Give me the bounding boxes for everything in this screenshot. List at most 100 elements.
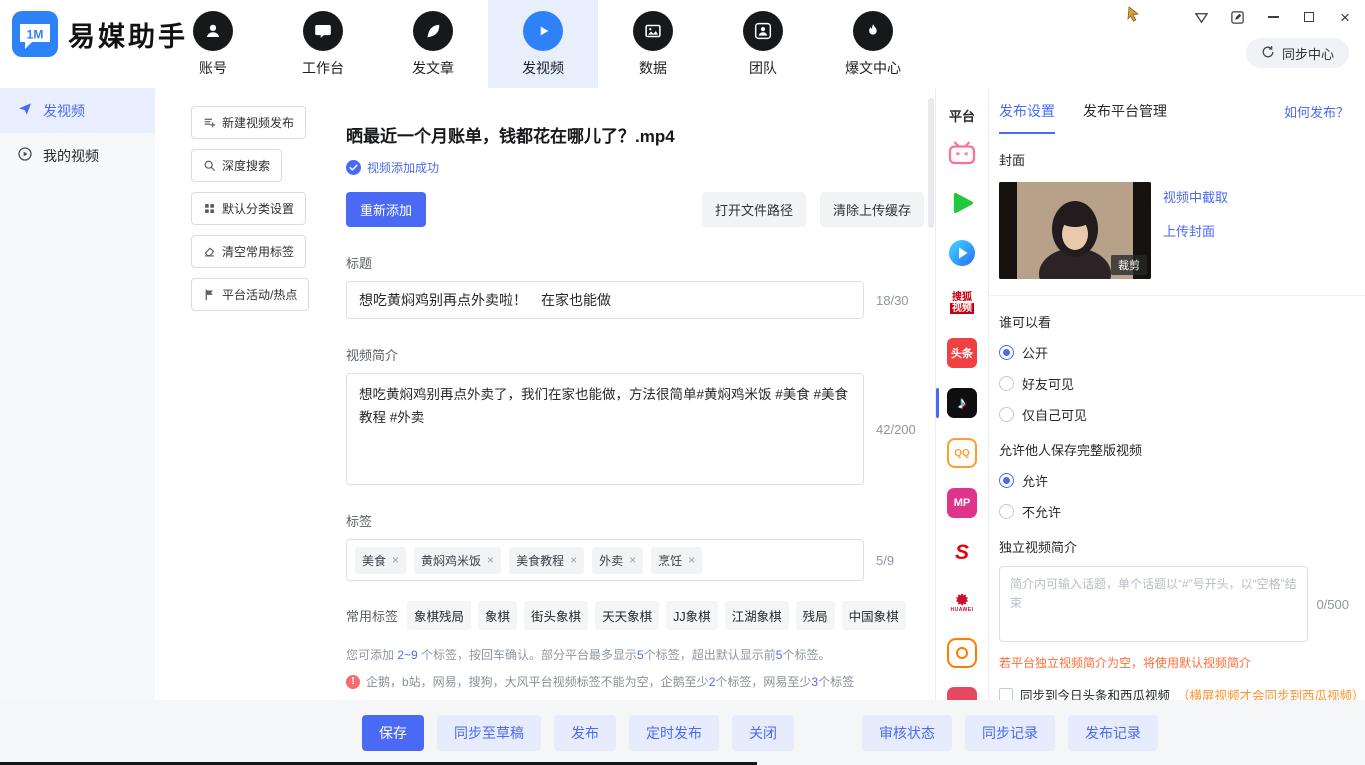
nav-item-team[interactable]: 团队 [708, 0, 818, 88]
nav-label-data: 数据 [639, 58, 667, 78]
description-textarea[interactable]: 想吃黄焖鸡别再点外卖了，我们在家也能做，方法很简单#黄焖鸡米饭 #美食 #美食教… [346, 373, 864, 485]
scrollbar-thumb[interactable] [928, 98, 934, 228]
platform-haokan[interactable] [946, 237, 978, 269]
description-label: 视频简介 [346, 345, 935, 364]
common-tag[interactable]: 象棋 [478, 601, 517, 630]
tab-publish-settings[interactable]: 发布设置 [999, 88, 1055, 134]
open-file-path-button[interactable]: 打开文件路径 [702, 192, 806, 227]
pointer-icon [1126, 6, 1140, 27]
review-status-button[interactable]: 审核状态 [862, 715, 952, 751]
platform-dayu[interactable] [946, 637, 978, 669]
platform-mp[interactable]: MP [946, 487, 978, 519]
platform-sohu-video[interactable]: 搜狐 视频 [946, 287, 978, 319]
screenshot-edit-icon[interactable] [1229, 9, 1245, 25]
platform-activity-button[interactable]: 平台活动/热点 [191, 278, 309, 311]
platform-iqiyi[interactable] [946, 187, 978, 219]
grid-icon [203, 202, 216, 215]
upload-cover-link[interactable]: 上传封面 [1163, 221, 1228, 240]
radio-allow[interactable]: 允许 [999, 471, 1349, 490]
platform-douyin[interactable]: ♪ [946, 387, 978, 419]
nav-item-hot-center[interactable]: 爆文中心 [818, 0, 928, 88]
tab-platform-management[interactable]: 发布平台管理 [1083, 88, 1167, 134]
tags-input-box[interactable]: 美食× 黄焖鸡米饭× 美食教程× 外卖× 烹饪× [346, 539, 864, 581]
radio-friends-only[interactable]: 好友可见 [999, 374, 1349, 393]
sync-toutiao-label: 同步到今日头条和西瓜视频 [1020, 685, 1170, 700]
common-tag[interactable]: JJ象棋 [666, 601, 718, 630]
crop-button[interactable]: 裁剪 [1111, 255, 1147, 275]
common-tag[interactable]: 中国象棋 [842, 601, 906, 630]
common-tag[interactable]: 残局 [796, 601, 835, 630]
sync-toutiao-note: （横屏视频才会同步到西瓜视频） [1177, 685, 1365, 700]
clear-upload-cache-button[interactable]: 清除上传缓存 [820, 192, 924, 227]
close-editor-button[interactable]: 关闭 [732, 715, 794, 751]
description-counter: 42/200 [876, 422, 916, 437]
maximize-button[interactable] [1301, 9, 1317, 25]
nav-item-workbench[interactable]: 工作台 [268, 0, 378, 88]
dayu-icon [947, 638, 977, 668]
minimize-button[interactable] [1265, 9, 1281, 25]
sync-to-draft-button[interactable]: 同步至草稿 [437, 715, 541, 751]
deep-search-button[interactable]: 深度搜索 [191, 149, 282, 182]
common-tag[interactable]: 街头象棋 [524, 601, 588, 630]
platform-huawei[interactable]: HUAWEI [946, 587, 978, 619]
sync-center-button[interactable]: 同步中心 [1246, 38, 1349, 68]
platform-rail: 平台 搜狐 视频 头条 ♪ QQ MP S [935, 88, 988, 700]
remove-tag-icon[interactable]: × [570, 553, 577, 567]
remove-tag-icon[interactable]: × [629, 553, 636, 567]
refresh-icon [1261, 45, 1275, 62]
allow-save-label: 允许他人保存完整版视频 [999, 440, 1349, 459]
platform-bilibili[interactable] [946, 137, 978, 169]
network-icon[interactable] [1193, 9, 1209, 25]
nav-item-publish-article[interactable]: 发文章 [378, 0, 488, 88]
list-plus-icon [203, 116, 216, 129]
video-play-icon [523, 11, 563, 51]
publish-button[interactable]: 发布 [554, 715, 616, 751]
nav-item-publish-video[interactable]: 发视频 [488, 0, 598, 88]
remove-tag-icon[interactable]: × [487, 553, 494, 567]
remove-tag-icon[interactable]: × [688, 553, 695, 567]
search-icon [203, 159, 216, 172]
publish-settings-panel: 发布设置 发布平台管理 如何发布？ 封面 裁剪 视频中截取 上传封面 谁可以看 … [988, 88, 1365, 700]
qq-icon: QQ [947, 438, 977, 468]
common-tag[interactable]: 江湖象棋 [725, 601, 789, 630]
sync-records-button[interactable]: 同步记录 [965, 715, 1055, 751]
readd-video-button[interactable]: 重新添加 [346, 192, 426, 227]
platform-more[interactable] [946, 687, 978, 700]
scheduled-publish-button[interactable]: 定时发布 [629, 715, 719, 751]
nav-item-data[interactable]: 数据 [598, 0, 708, 88]
new-video-publish-button[interactable]: 新建视频发布 [191, 106, 306, 139]
close-button[interactable]: × [1337, 9, 1353, 25]
how-to-publish-link[interactable]: 如何发布？ [1284, 88, 1349, 134]
platform-qq[interactable]: QQ [946, 437, 978, 469]
radio-disallow[interactable]: 不允许 [999, 502, 1349, 521]
radio-icon [999, 407, 1014, 422]
cover-label: 封面 [999, 150, 1349, 169]
common-tag[interactable]: 象棋残局 [407, 601, 471, 630]
tags-label: 标签 [346, 511, 935, 530]
independent-desc-textarea[interactable] [999, 566, 1308, 642]
independent-desc-warning: 若平台独立视频简介为空，将使用默认视频简介 [999, 654, 1349, 671]
tags-warning-text: ! 企鹅，b站，网易，搜狗，大风平台视频标签不能为空，企鹅至少2个标签，网易至少… [346, 673, 935, 690]
video-filename: 晒最近一个月账单，钱都花在哪儿了？.mp4 [346, 122, 911, 147]
default-category-button[interactable]: 默认分类设置 [191, 192, 306, 225]
remove-tag-icon[interactable]: × [392, 553, 399, 567]
tools-column: 新建视频发布 深度搜索 默认分类设置 清空常用标签 平台活动/热点 [155, 88, 332, 700]
title-input[interactable] [346, 281, 864, 319]
capture-from-video-link[interactable]: 视频中截取 [1163, 187, 1228, 206]
title-counter: 18/30 [876, 293, 909, 308]
common-tag[interactable]: 天天象棋 [595, 601, 659, 630]
cover-thumbnail[interactable]: 裁剪 [999, 182, 1151, 279]
platform-toutiao[interactable]: 头条 [946, 337, 978, 369]
sidebar-item-publish-video[interactable]: 发视频 [0, 88, 155, 133]
nav-item-account[interactable]: 账号 [158, 0, 268, 88]
radio-public[interactable]: 公开 [999, 343, 1349, 362]
radio-icon [999, 376, 1014, 391]
nav-label-hot-center: 爆文中心 [845, 58, 901, 78]
sync-toutiao-checkbox[interactable] [999, 688, 1013, 701]
platform-sina[interactable]: S [946, 537, 978, 569]
clear-common-tags-button[interactable]: 清空常用标签 [191, 235, 306, 268]
save-button[interactable]: 保存 [362, 715, 424, 751]
radio-private[interactable]: 仅自己可见 [999, 405, 1349, 424]
publish-records-button[interactable]: 发布记录 [1068, 715, 1158, 751]
sidebar-item-my-videos[interactable]: 我的视频 [0, 133, 155, 178]
